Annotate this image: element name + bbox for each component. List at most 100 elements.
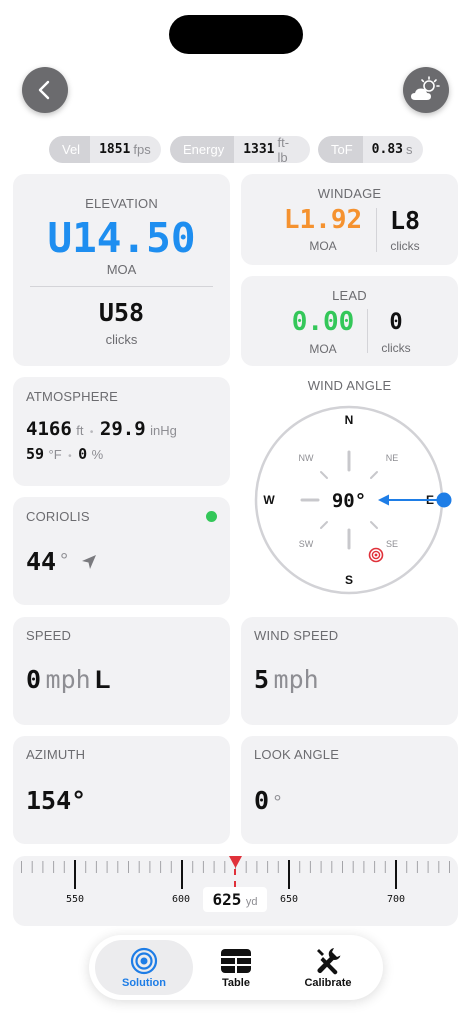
speed-unit: mph [45, 665, 91, 694]
wind-speed-row: 5 mph [254, 665, 319, 694]
lead-value: 0.00 [291, 307, 355, 337]
compass-northwest: NW [299, 453, 314, 463]
elevation-title: ELEVATION [85, 196, 158, 211]
range-unit: yd [245, 896, 258, 908]
compass-northeast: NE [386, 453, 399, 463]
look-angle-title: LOOK ANGLE [254, 747, 340, 762]
windage-clicks-label: clicks [390, 239, 420, 253]
lead-clicks-label: clicks [381, 341, 411, 355]
compass-south: S [345, 573, 353, 587]
wrench-screwdriver-icon [317, 948, 341, 975]
coriolis-title: CORIOLIS [26, 509, 90, 524]
dot-separator: • [89, 427, 94, 438]
partly-cloudy-icon [411, 76, 440, 100]
look-angle-value: 0 [254, 786, 270, 815]
tab-table-label: Table [222, 977, 250, 989]
speed-row: 0 mph L [26, 665, 110, 695]
range-tick-label: 700 [386, 894, 406, 905]
range-slider[interactable]: 625 yd 550 600 650 700 [13, 856, 458, 926]
divider [30, 286, 213, 287]
range-readout: 625 yd [203, 887, 267, 912]
lead-title: LEAD [332, 288, 367, 303]
energy-pill: Energy 1331 ft-lb [170, 136, 310, 163]
atmosphere-row-1: 4166 ft • 29.9 inHg [26, 418, 177, 440]
range-tick-label: 600 [171, 894, 191, 905]
azimuth-value: 154° [26, 786, 87, 815]
weather-button[interactable] [403, 67, 449, 113]
lead-card[interactable]: LEAD 0.00 MOA 0 clicks [241, 276, 458, 366]
range-tick-label: 650 [279, 894, 299, 905]
look-angle-row: 0 ° [254, 786, 282, 815]
coriolis-unit: ° [60, 550, 69, 572]
lead-clicks: 0 [389, 310, 403, 335]
wind-speed-value: 5 [254, 665, 270, 694]
coriolis-row: 44 ° [26, 547, 98, 576]
atmosphere-card[interactable]: ATMOSPHERE 4166 ft • 29.9 inHg 59 °F • 0… [13, 377, 230, 486]
velocity-unit: fps [133, 142, 151, 157]
windage-title: WINDAGE [317, 186, 382, 201]
elevation-card[interactable]: ELEVATION U14.50 MOA U58 clicks [13, 174, 230, 366]
lead-unit: MOA [309, 342, 337, 356]
location-arrow-icon [82, 554, 97, 569]
tab-solution[interactable]: Solution [95, 940, 193, 995]
compass-west: W [263, 493, 275, 507]
compass-southeast: SE [386, 539, 398, 549]
wind-speed-card[interactable]: WIND SPEED 5 mph [241, 617, 458, 725]
tab-solution-label: Solution [122, 977, 166, 989]
wind-speed-title: WIND SPEED [254, 628, 339, 643]
elevation-value: U14.50 [47, 214, 196, 262]
elevation-unit: MOA [106, 262, 137, 277]
elevation-clicks: U58 [98, 298, 145, 327]
tof-label: ToF [318, 136, 363, 163]
back-button[interactable] [22, 67, 68, 113]
coriolis-status-dot [206, 511, 217, 522]
compass-southwest: SW [299, 539, 314, 549]
energy-value: 1331 [243, 142, 275, 157]
table-icon [221, 949, 251, 973]
target-icon [130, 947, 158, 975]
velocity-value: 1851 [99, 142, 131, 157]
tof-value: 0.83 [371, 142, 403, 157]
windage-value: L1.92 [283, 205, 363, 235]
coriolis-card[interactable]: CORIOLIS 44 ° [13, 497, 230, 605]
compass-north: N [345, 413, 354, 427]
tof-unit: s [405, 142, 413, 157]
dynamic-island [169, 15, 303, 54]
range-value: 625 [212, 890, 242, 909]
altitude-value: 4166 [26, 418, 72, 440]
tab-calibrate-label: Calibrate [304, 977, 352, 989]
velocity-pill: Vel 1851 fps [49, 136, 161, 163]
atmosphere-row-2: 59 °F • 0 % [26, 445, 103, 464]
range-tick-label: 550 [65, 894, 85, 905]
atmosphere-title: ATMOSPHERE [26, 389, 119, 404]
tab-table[interactable]: Table [194, 940, 278, 995]
windage-card[interactable]: WINDAGE L1.92 MOA L8 clicks [241, 174, 458, 265]
speed-card[interactable]: SPEED 0 mph L [13, 617, 230, 725]
wind-angle-title: WIND ANGLE [307, 378, 392, 393]
altitude-unit: ft [76, 423, 84, 438]
azimuth-card[interactable]: AZIMUTH 154° [13, 736, 230, 844]
wind-compass[interactable]: N S W E NW NE SW SE 90° [241, 397, 461, 602]
energy-label: Energy [170, 136, 235, 163]
humidity-unit: % [91, 447, 104, 462]
elevation-clicks-label: clicks [105, 332, 138, 347]
windage-unit: MOA [309, 239, 337, 253]
dot-separator: • [68, 451, 72, 462]
range-marker-line [234, 869, 236, 887]
energy-unit: ft-lb [277, 136, 290, 163]
look-angle-card[interactable]: LOOK ANGLE 0 ° [241, 736, 458, 844]
speed-value: 0 [26, 665, 42, 694]
range-marker-icon [229, 856, 242, 868]
wind-speed-unit: mph [273, 665, 319, 694]
tab-calibrate[interactable]: Calibrate [284, 940, 372, 995]
azimuth-title: AZIMUTH [26, 747, 86, 762]
tof-pill: ToF 0.83 s [318, 136, 423, 163]
velocity-label: Vel [49, 136, 91, 163]
windage-clicks: L8 [389, 206, 421, 235]
chevron-left-icon [38, 80, 50, 100]
wind-handle[interactable] [436, 492, 452, 508]
temperature-unit: °F [48, 447, 62, 462]
coriolis-value: 44 [26, 547, 57, 576]
wind-angle-value: 90° [332, 490, 366, 512]
pressure-unit: inHg [150, 423, 177, 438]
